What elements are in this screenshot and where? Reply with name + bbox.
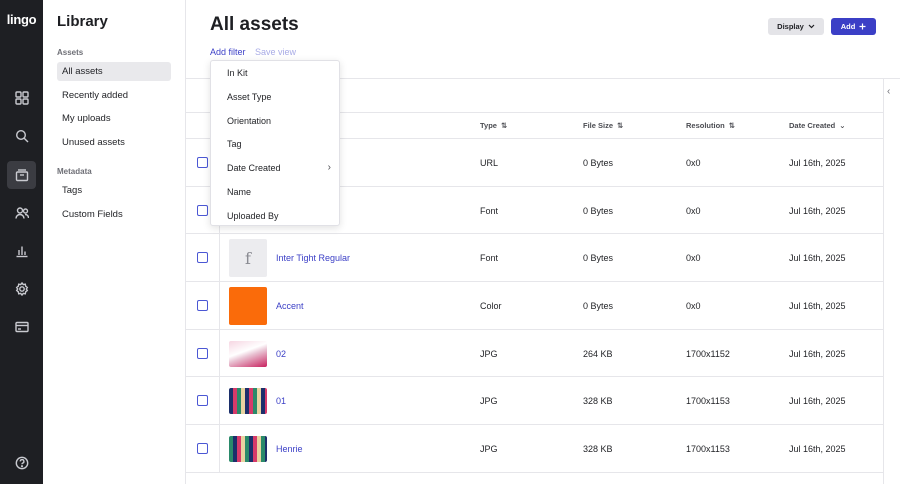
chevron-right-icon: ›: [327, 162, 331, 173]
filter-option-uploaded-by[interactable]: Uploaded By: [227, 211, 279, 221]
file-size-cell: 328 KB: [583, 396, 613, 407]
sidebar-item-unused-assets[interactable]: Unused assets: [57, 133, 171, 152]
image-thumbnail: [229, 340, 267, 367]
resolution-cell: 1700x1153: [686, 396, 730, 407]
table-row[interactable]: 02 JPG 264 KB 1700x1152 Jul 16th, 2025: [186, 329, 883, 378]
type-cell: Font: [480, 205, 499, 216]
column-header-resolution[interactable]: Resolution ⇅: [686, 121, 735, 130]
column-header-date-created[interactable]: Date Created ⌄: [789, 121, 846, 130]
file-size-cell: 0 Bytes: [583, 301, 614, 312]
asset-name-link[interactable]: Accent: [276, 301, 304, 311]
file-size-cell: 0 Bytes: [583, 158, 614, 168]
font-thumbnail: f: [229, 239, 267, 278]
sidebar-item-custom-fields[interactable]: Custom Fields: [57, 205, 171, 224]
type-cell: JPG: [480, 396, 498, 407]
type-cell: JPG: [480, 444, 498, 455]
filter-option-date-created[interactable]: Date Created: [227, 163, 281, 173]
add-button-label: Add: [840, 22, 856, 31]
row-checkbox[interactable]: [197, 204, 208, 216]
sort-down-icon: ⌄: [839, 121, 846, 130]
date-cell: Jul 16th, 2025: [789, 301, 846, 312]
chevron-left-icon[interactable]: ‹: [887, 86, 890, 97]
row-checkbox[interactable]: [197, 395, 208, 407]
file-size-cell: 0 Bytes: [583, 253, 614, 264]
file-size-cell: 0 Bytes: [583, 205, 614, 216]
help-icon[interactable]: [7, 449, 36, 477]
add-filter-link[interactable]: Add filter: [210, 47, 246, 57]
filter-option-orientation[interactable]: Orientation: [227, 116, 271, 126]
display-button[interactable]: Display: [768, 18, 824, 35]
chevron-down-icon: [808, 24, 815, 29]
type-cell: JPG: [480, 348, 498, 359]
sort-icon: ⇅: [728, 121, 736, 130]
filter-option-asset-type[interactable]: Asset Type: [227, 92, 271, 102]
resolution-cell: 1700x1153: [686, 444, 730, 455]
metadata-section-label: Metadata: [57, 167, 92, 176]
date-cell: Jul 16th, 2025: [789, 348, 846, 359]
sidebar-item-recently-added[interactable]: Recently added: [57, 86, 171, 105]
asset-name-link[interactable]: 01: [276, 396, 286, 406]
filter-dropdown-menu: In Kit Asset Type Orientation Tag Date C…: [210, 60, 340, 226]
type-cell: URL: [480, 158, 499, 168]
table-row[interactable]: 01 JPG 328 KB 1700x1153 Jul 16th, 2025: [186, 377, 883, 426]
row-checkbox[interactable]: [197, 300, 208, 312]
page-title: All assets: [210, 14, 299, 35]
asset-name-link[interactable]: Inter Tight Regular: [276, 253, 350, 263]
table-row[interactable]: f Inter Tight Regular Font 0 Bytes 0x0 J…: [186, 234, 883, 283]
sidebar-item-tags[interactable]: Tags: [57, 181, 171, 200]
type-cell: Font: [480, 253, 499, 264]
resolution-cell: 0x0: [686, 158, 701, 168]
image-thumbnail: [229, 436, 267, 463]
table-row[interactable]: Henrie JPG 328 KB 1700x1153 Jul 16th, 20…: [186, 425, 883, 473]
plus-icon: [859, 23, 866, 30]
date-cell: Jul 16th, 2025: [789, 396, 846, 407]
library-sidebar: Library Assets All assets Recently added…: [43, 0, 186, 484]
asset-name-link[interactable]: Henrie: [276, 444, 303, 454]
filter-option-tag[interactable]: Tag: [227, 139, 242, 149]
date-cell: Jul 16th, 2025: [789, 444, 846, 455]
assets-section-label: Assets: [57, 48, 84, 57]
display-button-label: Display: [777, 22, 804, 31]
filter-option-in-kit[interactable]: In Kit: [227, 68, 248, 78]
sort-icon: ⇅: [617, 121, 624, 130]
file-size-cell: 328 KB: [583, 444, 613, 455]
filter-option-name[interactable]: Name: [227, 187, 251, 197]
add-button[interactable]: Add: [831, 18, 876, 35]
lingo-logo[interactable]: lingo: [0, 12, 43, 27]
search-icon[interactable]: [7, 122, 36, 150]
users-icon[interactable]: [7, 199, 36, 227]
icon-rail: lingo: [0, 0, 43, 484]
type-cell: Color: [480, 301, 502, 312]
save-view-link[interactable]: Save view: [255, 47, 296, 57]
column-header-type[interactable]: Type ⇅: [480, 121, 507, 130]
sidebar-item-my-uploads[interactable]: My uploads: [57, 109, 171, 128]
table-row[interactable]: Accent Color 0 Bytes 0x0 Jul 16th, 2025: [186, 282, 883, 330]
grid-icon[interactable]: [7, 84, 36, 112]
resolution-cell: 0x0: [686, 205, 701, 216]
date-cell: Jul 16th, 2025: [789, 158, 846, 168]
row-checkbox[interactable]: [197, 443, 208, 455]
date-cell: Jul 16th, 2025: [789, 253, 846, 264]
date-cell: Jul 16th, 2025: [789, 205, 846, 216]
sort-icon: ⇅: [500, 121, 508, 130]
divider: [883, 78, 884, 484]
sidebar-item-all-assets[interactable]: All assets: [57, 62, 171, 81]
row-checkbox[interactable]: [197, 347, 208, 359]
image-thumbnail: [229, 388, 267, 415]
resolution-cell: 1700x1152: [686, 348, 730, 359]
resolution-cell: 0x0: [686, 301, 701, 312]
asset-name-link[interactable]: 02: [276, 349, 286, 359]
library-icon[interactable]: [7, 161, 36, 189]
column-header-file-size[interactable]: File Size ⇅: [583, 121, 623, 130]
row-checkbox[interactable]: [197, 252, 208, 264]
sidebar-title: Library: [57, 13, 108, 30]
chart-icon[interactable]: [7, 237, 36, 265]
gear-icon[interactable]: [7, 275, 36, 303]
resolution-cell: 0x0: [686, 253, 701, 264]
card-icon[interactable]: [7, 313, 36, 341]
file-size-cell: 264 KB: [583, 348, 613, 359]
color-swatch-thumbnail: [229, 287, 267, 326]
row-checkbox[interactable]: [197, 157, 208, 168]
